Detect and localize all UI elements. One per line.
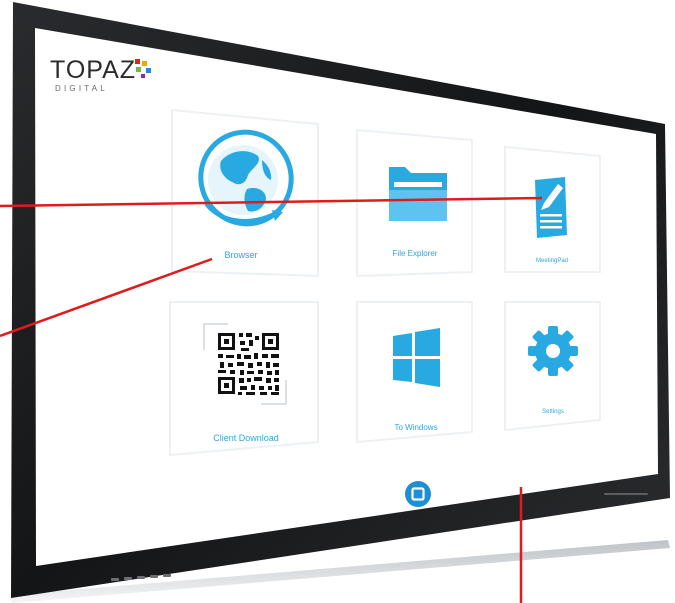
- brand-sub: DIGITAL: [55, 84, 108, 93]
- gear-icon: [528, 326, 578, 376]
- tile-label: File Explorer: [393, 249, 438, 258]
- brand-dot: [142, 61, 147, 66]
- tile-to-windows-bg: [356, 301, 473, 444]
- interactive-display: TOPAZ DIGITAL Browser File Explorer Meet…: [0, 2, 670, 603]
- tile-label: To Windows: [394, 423, 437, 432]
- tile-label: Settings: [542, 409, 564, 415]
- brand-dot: [135, 59, 140, 64]
- brand-dot: [141, 74, 145, 78]
- brand-dot: [136, 67, 141, 72]
- brand-dot: [146, 68, 151, 73]
- tile-label: MeetingPad: [536, 258, 568, 264]
- tile-label: Browser: [224, 250, 257, 260]
- tile-label: Client Download: [213, 433, 279, 443]
- home-button[interactable]: [405, 481, 431, 507]
- speaker-grille: [604, 493, 648, 495]
- notepad-pen-icon: [535, 177, 567, 238]
- folder-icon: [389, 167, 447, 221]
- brand-name: TOPAZ: [50, 56, 136, 84]
